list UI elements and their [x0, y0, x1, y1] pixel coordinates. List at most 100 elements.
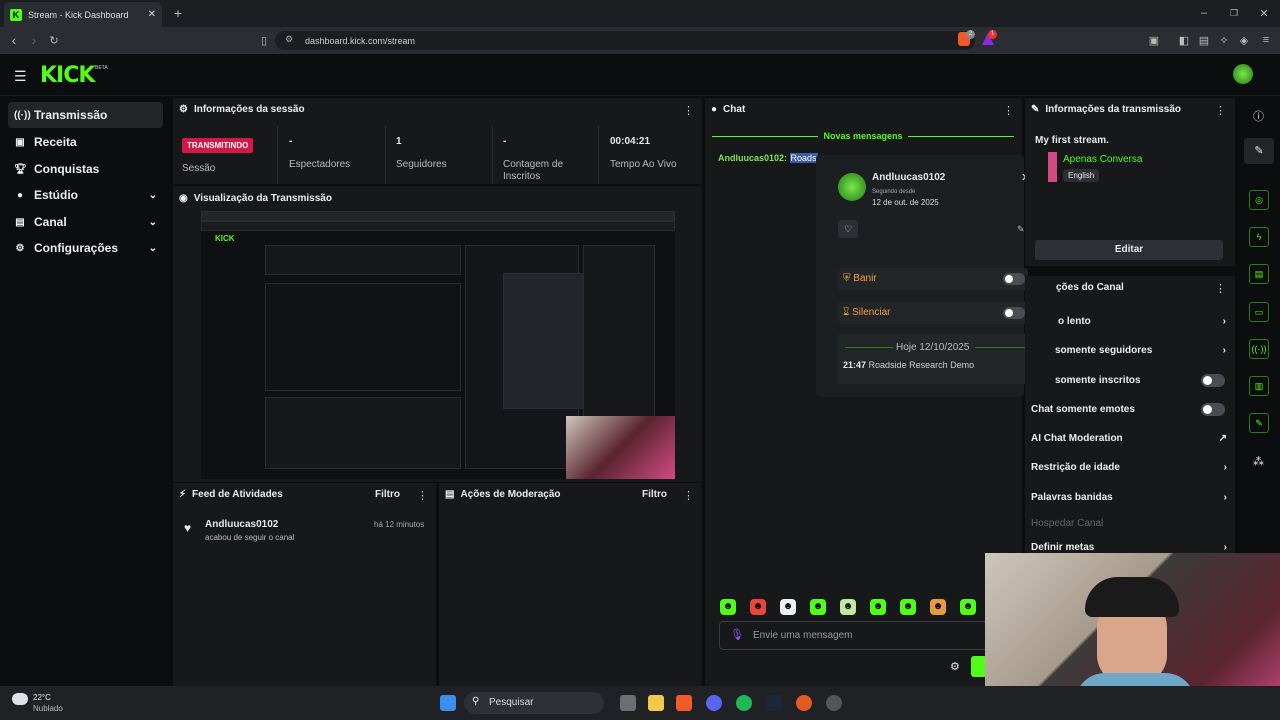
chat-message-user[interactable]: Andluucas0102: — [718, 153, 787, 163]
banned-words-row[interactable]: Palavras banidas › — [1031, 492, 1227, 503]
info-icon[interactable]: ⓘ — [1253, 108, 1264, 124]
sidebar-item-canal[interactable]: ▤ Canal ⌄ — [8, 209, 163, 235]
kick-logo[interactable]: KICK — [40, 63, 95, 88]
chat-settings-icon[interactable]: ⚙ — [950, 660, 960, 673]
chat-header: ● Chat — [711, 104, 745, 115]
bolt-rail-icon[interactable]: ϟ — [1249, 227, 1269, 247]
back-icon[interactable]: ‹ — [6, 32, 22, 48]
slow-mode-row[interactable]: o lento › — [1058, 316, 1226, 327]
moderation-rail-icon[interactable]: ▥ — [1249, 376, 1269, 396]
pin-icon[interactable]: ✎ — [1017, 224, 1025, 235]
new-messages-label[interactable]: Novas mensagens — [818, 131, 908, 141]
age-restriction-row[interactable]: Restrição de idade › — [1031, 462, 1227, 473]
edit-button[interactable]: Editar — [1035, 240, 1223, 260]
minimize-icon[interactable]: – — [1196, 5, 1212, 21]
headset — [1085, 577, 1179, 617]
avatar[interactable] — [1233, 64, 1253, 84]
subscribers-only-toggle[interactable] — [1201, 374, 1225, 387]
taskbar-search[interactable]: ⚲ Pesquisar — [464, 692, 604, 714]
microphone-icon[interactable]: 🎙︎ — [730, 628, 744, 641]
set-goals-row[interactable]: Definir metas › — [1031, 542, 1227, 553]
log-entry: 21:47 Roadside Research Demo — [843, 360, 974, 370]
studio-icon: ● — [16, 189, 24, 201]
bookmark-icon[interactable]: ▯ — [256, 32, 272, 48]
address-bar[interactable]: ⚙ dashboard.kick.com/stream — [275, 31, 975, 50]
new-tab-icon[interactable]: + — [170, 5, 186, 21]
emote-1[interactable]: ☻ — [720, 599, 736, 615]
chat-menu-icon[interactable]: ⋮ — [1003, 104, 1014, 117]
leo-ai-icon[interactable]: ✧ — [1216, 32, 1232, 48]
discord-icon[interactable] — [706, 695, 722, 711]
emote-3[interactable]: ☻ — [780, 599, 796, 615]
divider-right — [975, 347, 1025, 348]
session-menu-icon[interactable]: ⋮ — [683, 104, 694, 117]
shield-count: 2 — [966, 30, 975, 39]
chat-input[interactable]: 🎙︎ Envie uma mensagem — [719, 621, 1019, 650]
heart-outline-icon[interactable]: ♡ — [838, 220, 858, 238]
reload-icon[interactable]: ↻ — [46, 32, 62, 48]
obs-icon[interactable] — [796, 695, 812, 711]
date-divider: Hoje 12/10/2025 — [896, 342, 970, 353]
more-icon[interactable]: ⁂ — [1253, 455, 1264, 468]
emote-4[interactable]: ☻ — [810, 599, 826, 615]
forward-icon[interactable]: › — [26, 32, 42, 48]
chevron-down-icon: ⌄ — [148, 189, 157, 201]
app-icon[interactable] — [826, 695, 842, 711]
window-close-icon[interactable]: ✕ — [1256, 5, 1272, 21]
spotify-icon[interactable] — [736, 695, 752, 711]
close-tab-icon[interactable]: ✕ — [148, 9, 156, 20]
host-channel-row: Hospedar Canal — [1031, 518, 1104, 529]
moderation-filter-button[interactable]: Filtro — [642, 489, 667, 500]
sidebar-item-conquistas[interactable]: 🏆︎ Conquistas — [8, 156, 163, 182]
windows-start-icon[interactable] — [440, 695, 456, 711]
camera-icon[interactable]: ◎ — [1249, 190, 1269, 210]
task-view-icon[interactable] — [620, 695, 636, 711]
emote-6[interactable]: ☻ — [870, 599, 886, 615]
edit-pencil-icon[interactable]: ✎ — [1244, 138, 1274, 164]
tab-screenshot-icon[interactable]: ▣ — [1146, 32, 1162, 48]
followers-only-row[interactable]: somente seguidores › — [1055, 345, 1226, 356]
category-link[interactable]: Apenas Conversa — [1063, 154, 1143, 165]
broadcast-rail-icon[interactable]: ((·)) — [1249, 339, 1269, 359]
chevron-right-icon: › — [1223, 542, 1227, 553]
emote-8[interactable]: ☻ — [930, 599, 946, 615]
hamburger-icon[interactable]: ☰ — [14, 68, 27, 85]
external-link-icon: ↗ — [1218, 433, 1227, 444]
vpn-icon[interactable]: ◈ — [1236, 32, 1252, 48]
emote-2[interactable]: ☻ — [750, 599, 766, 615]
sidebar-toggle-icon[interactable]: ◧ — [1176, 32, 1192, 48]
moderation-menu-icon[interactable]: ⋮ — [683, 489, 694, 502]
brave-icon[interactable] — [676, 695, 692, 711]
browser-tab[interactable]: K Stream - Kick Dashboard ✕ — [4, 2, 162, 27]
chat-rail-icon[interactable]: ▭ — [1249, 302, 1269, 322]
file-explorer-icon[interactable] — [648, 695, 664, 711]
stream-preview-video[interactable]: KICK — [201, 211, 675, 479]
sidebar-item-receita[interactable]: ▣ Receita — [8, 129, 163, 155]
emote-only-toggle[interactable] — [1201, 403, 1225, 416]
divider-left — [845, 347, 893, 348]
sidebar-item-transmissao[interactable]: ((·)) Transmissão — [8, 102, 163, 128]
mute-toggle[interactable] — [1003, 307, 1025, 319]
stat-value: 00:04:21 — [610, 136, 651, 147]
activity-menu-icon[interactable]: ⋮ — [417, 489, 428, 502]
stream-info-menu-icon[interactable]: ⋮ — [1215, 104, 1226, 117]
steam-icon[interactable] — [766, 695, 782, 711]
emote-5[interactable]: ☻ — [840, 599, 856, 615]
wrench-rail-icon[interactable]: ✎ — [1249, 413, 1269, 433]
channel-actions-menu-icon[interactable]: ⋮ — [1215, 282, 1226, 295]
ai-moderation-row[interactable]: AI Chat Moderation ↗ — [1031, 433, 1227, 444]
site-info-icon[interactable]: ⚙ — [285, 34, 293, 45]
emote-9[interactable]: ☻ — [960, 599, 976, 615]
maximize-icon[interactable]: ❐ — [1226, 5, 1242, 21]
wallet-icon[interactable]: ▤ — [1196, 32, 1212, 48]
notes-icon[interactable]: ▤ — [1249, 264, 1269, 284]
emote-7[interactable]: ☻ — [900, 599, 916, 615]
sidebar-item-configuracoes[interactable]: ⚙ Configurações ⌄ — [8, 235, 163, 261]
sidebar-item-estudio[interactable]: ● Estúdio ⌄ — [8, 182, 163, 208]
activity-user[interactable]: Andluucas0102 — [205, 519, 278, 530]
activity-filter-button[interactable]: Filtro — [375, 489, 400, 500]
eye-icon: ◉ — [179, 193, 188, 204]
menu-icon[interactable]: ≡ — [1258, 32, 1274, 48]
ban-toggle[interactable] — [1003, 273, 1025, 285]
user-avatar — [838, 173, 866, 201]
